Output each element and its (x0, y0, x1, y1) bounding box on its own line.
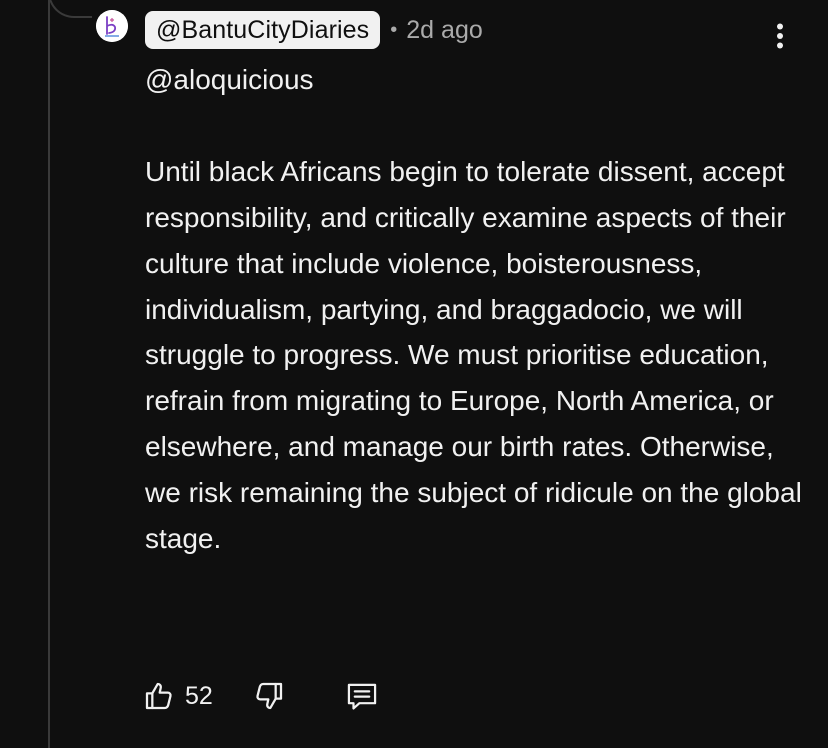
avatar-logo-icon (96, 10, 128, 42)
avatar[interactable] (96, 10, 128, 42)
reply-button[interactable] (345, 680, 379, 712)
comment-actions: 52 (143, 676, 379, 716)
comment-timestamp[interactable]: 2d ago (406, 16, 482, 45)
comment-body-text: Until black Africans begin to tolerate d… (145, 155, 802, 555)
paragraph-spacer (145, 103, 805, 149)
dislike-button[interactable] (253, 680, 285, 712)
mention-link[interactable]: @aloquicious (145, 57, 805, 103)
thread-line (48, 0, 50, 748)
comment-menu-button[interactable] (762, 16, 798, 56)
like-button[interactable]: 52 (143, 680, 213, 712)
thumbs-down-icon (256, 682, 282, 710)
separator-dot: • (390, 18, 398, 41)
more-vertical-icon (777, 23, 783, 49)
comment-text: @aloquicious Until black Africans begin … (145, 57, 805, 562)
thumbs-up-icon (145, 682, 172, 710)
thread-connector (48, 0, 92, 18)
author-name-chip[interactable]: @BantuCityDiaries (145, 11, 381, 49)
comment-header: @BantuCityDiaries • 2d ago (145, 10, 483, 50)
like-count: 52 (185, 681, 213, 710)
comment-reply-icon (347, 683, 377, 710)
